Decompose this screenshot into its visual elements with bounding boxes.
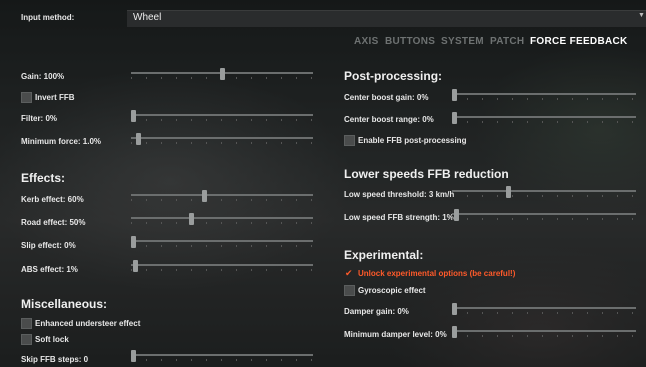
post-processing-heading: Post-processing: <box>344 69 443 83</box>
slider-track <box>452 213 636 215</box>
enhanced-understeer-label: Enhanced understeer effect <box>35 319 141 328</box>
slider-track <box>131 217 313 219</box>
slider-ticks <box>131 119 313 122</box>
slider-thumb[interactable] <box>136 133 142 145</box>
gain-label: Gain: 100% <box>21 72 65 81</box>
slider-track <box>131 264 313 266</box>
slider-ticks <box>452 335 636 338</box>
abs-effect-slider[interactable] <box>131 260 313 272</box>
soft-lock-label: Soft lock <box>35 335 69 344</box>
damper-gain-slider[interactable] <box>452 303 636 315</box>
slider-thumb[interactable] <box>452 112 457 124</box>
slider-ticks <box>131 359 313 362</box>
slider-thumb[interactable] <box>131 350 136 362</box>
slider-ticks <box>452 218 636 221</box>
minimum-damper-slider[interactable] <box>452 326 636 338</box>
slider-ticks <box>131 199 313 202</box>
slider-thumb[interactable] <box>505 186 511 198</box>
slider-track <box>131 354 313 356</box>
minimum-damper-label: Minimum damper level: 0% <box>344 330 447 339</box>
slider-track <box>452 330 636 332</box>
slider-track <box>131 114 313 116</box>
slider-ticks <box>131 142 313 145</box>
slider-thumb[interactable] <box>131 110 136 122</box>
slip-effect-label: Slip effect: 0% <box>21 241 76 250</box>
slider-track <box>131 137 313 139</box>
kerb-effect-label: Kerb effect: 60% <box>21 195 84 204</box>
input-method-value: Wheel <box>133 12 162 23</box>
minimum-force-slider[interactable] <box>131 133 313 145</box>
filter-label: Filter: 0% <box>21 114 58 123</box>
miscellaneous-heading: Miscellaneous: <box>21 297 108 311</box>
slider-thumb[interactable] <box>452 303 457 315</box>
slider-ticks <box>131 269 313 272</box>
tab-force-feedback[interactable]: FORCE FEEDBACK <box>530 36 628 47</box>
low-speed-threshold-label: Low speed threshold: 3 km/h <box>344 190 455 199</box>
filter-slider[interactable] <box>131 110 313 122</box>
slip-effect-slider[interactable] <box>131 236 313 248</box>
input-method-dropdown[interactable] <box>127 10 646 27</box>
slider-ticks <box>452 121 636 124</box>
slider-thumb[interactable] <box>452 326 457 338</box>
slider-thumb[interactable] <box>132 260 138 272</box>
minimum-force-label: Minimum force: 1.0% <box>21 137 102 146</box>
slider-thumb[interactable] <box>219 68 225 80</box>
tab-patch[interactable]: PATCH <box>490 36 524 47</box>
center-boost-range-label: Center boost range: 0% <box>344 115 434 124</box>
ffb-settings-panel: Input method: Wheel ▼ AXIS BUTTONS SYSTE… <box>0 0 646 367</box>
slider-track <box>131 240 313 242</box>
slider-track <box>131 194 313 196</box>
low-speed-threshold-slider[interactable] <box>452 186 636 198</box>
invert-ffb-label: Invert FFB <box>35 93 75 102</box>
center-boost-range-slider[interactable] <box>452 112 636 124</box>
slider-ticks <box>452 98 636 101</box>
unlock-experimental-label: Unlock experimental options (be careful!… <box>358 269 516 278</box>
slider-track <box>452 116 636 118</box>
slider-track <box>452 190 636 192</box>
skip-ffb-steps-label: Skip FFB steps: 0 <box>21 355 89 364</box>
slider-thumb[interactable] <box>189 213 195 225</box>
slider-thumb[interactable] <box>131 236 136 248</box>
tab-buttons[interactable]: BUTTONS <box>385 36 435 47</box>
invert-ffb-checkbox[interactable] <box>21 92 32 103</box>
experimental-heading: Experimental: <box>344 248 424 262</box>
enable-post-processing-label: Enable FFB post-processing <box>358 136 467 145</box>
gyroscopic-effect-checkbox[interactable] <box>344 285 355 296</box>
tab-system[interactable]: SYSTEM <box>441 36 484 47</box>
damper-gain-label: Damper gain: 0% <box>344 307 409 316</box>
gain-slider[interactable] <box>131 68 313 80</box>
center-boost-gain-label: Center boost gain: 0% <box>344 93 429 102</box>
slider-thumb[interactable] <box>201 190 207 202</box>
slider-thumb[interactable] <box>452 89 457 101</box>
slider-track <box>452 93 636 95</box>
road-effect-label: Road effect: 50% <box>21 218 86 227</box>
slider-ticks <box>452 312 636 315</box>
slider-track <box>452 307 636 309</box>
gyroscopic-effect-label: Gyroscopic effect <box>358 286 426 295</box>
slider-ticks <box>452 195 636 198</box>
skip-ffb-steps-slider[interactable] <box>131 350 313 362</box>
low-speed-strength-label: Low speed FFB strength: 1% <box>344 213 454 222</box>
slider-ticks <box>131 222 313 225</box>
kerb-effect-slider[interactable] <box>131 190 313 202</box>
effects-heading: Effects: <box>21 171 66 185</box>
lower-speeds-heading: Lower speeds FFB reduction <box>344 167 509 181</box>
soft-lock-checkbox[interactable] <box>21 334 32 345</box>
input-method-label: Input method: <box>21 13 75 22</box>
enable-post-processing-checkbox[interactable] <box>344 135 355 146</box>
checkmark-icon[interactable]: ✔ <box>345 268 353 279</box>
tab-axis[interactable]: AXIS <box>354 36 379 47</box>
chevron-down-icon: ▼ <box>638 12 645 19</box>
low-speed-strength-slider[interactable] <box>452 209 636 221</box>
slider-thumb[interactable] <box>453 209 459 221</box>
abs-effect-label: ABS effect: 1% <box>21 265 78 274</box>
enhanced-understeer-checkbox[interactable] <box>21 318 32 329</box>
slider-ticks <box>131 245 313 248</box>
center-boost-gain-slider[interactable] <box>452 89 636 101</box>
road-effect-slider[interactable] <box>131 213 313 225</box>
